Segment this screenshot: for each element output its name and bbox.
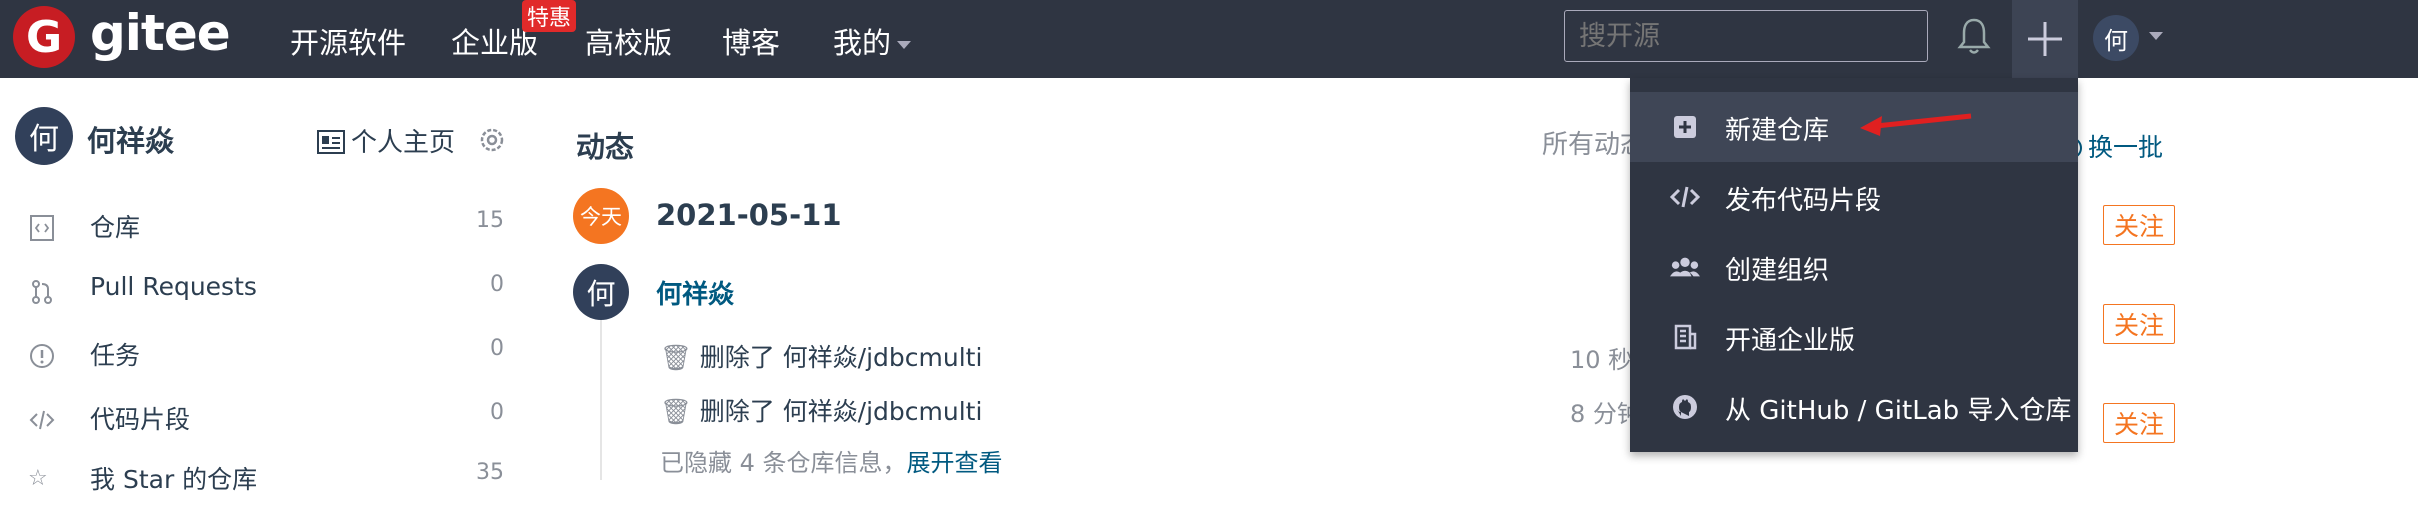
- activity-item: 🗑 删除了 何祥焱/jdbcmulti: [660, 338, 982, 374]
- menu-item-label: 创建组织: [1725, 256, 1830, 286]
- menu-item-new-repo[interactable]: 新建仓库: [1630, 92, 2078, 162]
- trash-icon: 🗑: [660, 343, 692, 372]
- feed-avatar[interactable]: 何: [573, 264, 629, 320]
- timeline-line: [600, 300, 602, 480]
- nav-item-mine[interactable]: 我的: [833, 20, 912, 62]
- homepage-label: 个人主页: [351, 128, 456, 158]
- menu-item-create-org[interactable]: 创建组织: [1630, 232, 2078, 302]
- issue-icon: [28, 342, 56, 370]
- bell-icon[interactable]: [1957, 16, 1991, 60]
- menu-item-label: 开通企业版: [1725, 326, 1856, 356]
- refresh-label: 换一批: [2088, 133, 2164, 162]
- sidebar-item-count: 0: [490, 400, 504, 425]
- menu-item-label: 发布代码片段: [1725, 186, 1882, 216]
- sidebar-username[interactable]: 何祥焱: [87, 118, 174, 160]
- settings-gear-icon[interactable]: [478, 126, 506, 158]
- sidebar-item-label: 我 Star 的仓库: [90, 465, 258, 494]
- nav-item-blog[interactable]: 博客: [722, 20, 780, 62]
- code-icon: [28, 406, 56, 434]
- star-icon: ☆: [28, 466, 48, 491]
- sidebar-avatar[interactable]: 何: [15, 107, 73, 165]
- users-icon: [1670, 252, 1700, 282]
- id-card-icon: [317, 130, 345, 154]
- menu-item-label: 从 GitHub / GitLab 导入仓库: [1725, 396, 2072, 426]
- create-dropdown-menu: 新建仓库 发布代码片段 创建组织 开通企业版 从 GitHub / GitLab…: [1630, 78, 2078, 452]
- sidebar-item-snippets[interactable]: 代码片段 0: [0, 396, 520, 456]
- activity-item: 🗑 删除了 何祥焱/jdbcmulti: [660, 392, 982, 428]
- sidebar-item-count: 35: [476, 460, 504, 485]
- plus-icon: [2028, 22, 2062, 56]
- gitee-logo-icon[interactable]: G: [13, 6, 75, 68]
- user-avatar[interactable]: 何: [2093, 15, 2139, 61]
- feed-date: 2021-05-11: [656, 198, 842, 232]
- logo-text[interactable]: gitee: [90, 4, 231, 62]
- plus-square-icon: [1670, 112, 1700, 142]
- follow-button[interactable]: 关注: [2103, 205, 2175, 245]
- today-badge: 今天: [573, 188, 629, 244]
- sidebar-item-count: 0: [490, 336, 504, 361]
- sidebar-item-repos[interactable]: 仓库 15: [0, 204, 520, 264]
- avatar-chevron-icon[interactable]: [2149, 32, 2163, 40]
- code-icon: [1670, 182, 1700, 212]
- activity-text: 删除了 何祥焱/jdbcmulti: [699, 397, 983, 426]
- github-icon: [1670, 392, 1700, 422]
- menu-item-publish-snippet[interactable]: 发布代码片段: [1630, 162, 2078, 232]
- building-icon: [1670, 322, 1700, 352]
- sidebar-item-label: Pull Requests: [90, 272, 257, 301]
- follow-button[interactable]: 关注: [2103, 403, 2175, 443]
- expand-link[interactable]: 展开查看: [907, 449, 1003, 477]
- hidden-info-text: 已隐藏 4 条仓库信息，: [660, 449, 907, 477]
- nav-item-mine-label: 我的: [833, 26, 892, 60]
- sidebar-item-label: 任务: [90, 341, 141, 370]
- sidebar-item-count: 15: [476, 208, 504, 233]
- homepage-link[interactable]: 个人主页: [317, 122, 455, 159]
- promo-badge: 特惠: [522, 0, 577, 32]
- sidebar-item-starred[interactable]: ☆ 我 Star 的仓库 35: [0, 456, 520, 516]
- hidden-repo-info: 已隐藏 4 条仓库信息，展开查看: [660, 443, 1003, 478]
- menu-item-enterprise[interactable]: 开通企业版: [1630, 302, 2078, 372]
- chevron-down-icon: [897, 41, 912, 49]
- sidebar-item-label: 代码片段: [90, 405, 191, 434]
- code-file-icon: [28, 214, 56, 242]
- sidebar-item-count: 0: [490, 272, 504, 297]
- menu-item-import-repo[interactable]: 从 GitHub / GitLab 导入仓库: [1630, 372, 2078, 442]
- create-plus-button[interactable]: [2012, 0, 2078, 78]
- trash-icon: 🗑: [660, 397, 692, 426]
- annotation-arrow-icon: [1860, 113, 1972, 136]
- nav-item-education[interactable]: 高校版: [585, 20, 672, 62]
- nav-item-open-source[interactable]: 开源软件: [290, 20, 406, 62]
- follow-button[interactable]: 关注: [2103, 304, 2175, 344]
- feed-title: 动态: [576, 130, 635, 164]
- sidebar-item-label: 仓库: [90, 213, 141, 242]
- pull-request-icon: [28, 278, 56, 306]
- activity-time: 10 秒: [1570, 346, 1633, 374]
- activity-text: 删除了 何祥焱/jdbcmulti: [699, 343, 983, 372]
- feed-username[interactable]: 何祥焱: [656, 274, 734, 311]
- top-nav: G gitee 开源软件 企业版 特惠 高校版 博客 我的 何: [0, 0, 2418, 78]
- search-input[interactable]: [1564, 10, 1928, 62]
- menu-item-label: 新建仓库: [1725, 116, 1830, 146]
- sidebar-item-pull-requests[interactable]: Pull Requests 0: [0, 268, 520, 328]
- sidebar-item-issues[interactable]: 任务 0: [0, 332, 520, 392]
